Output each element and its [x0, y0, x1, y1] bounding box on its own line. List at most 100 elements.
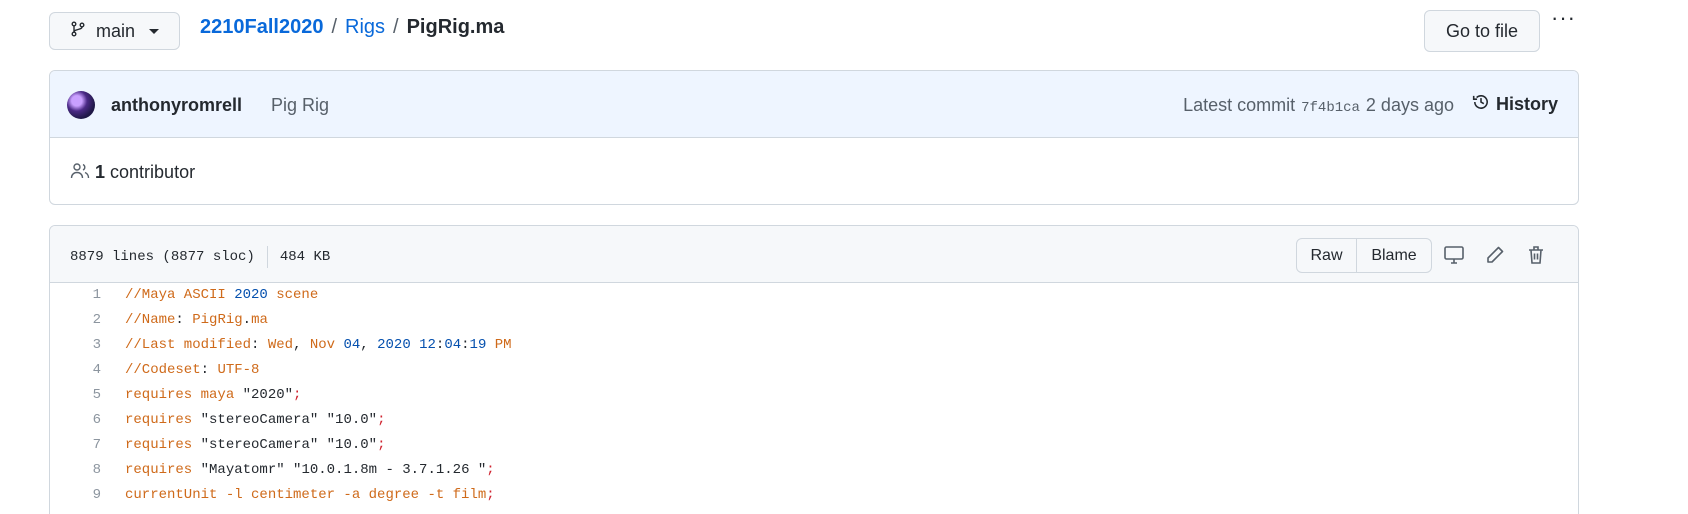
code-token: , [293, 337, 310, 353]
code-text: requires "stereoCamera" "10.0"; [125, 408, 385, 433]
code-line: 9 currentUnit -l centimeter -a degree -t … [50, 483, 1578, 508]
file-header: 8879 lines (8877 sloc) 484 KB Raw Blame [50, 226, 1578, 283]
line-number[interactable]: 6 [50, 408, 101, 433]
desktop-icon[interactable] [1442, 243, 1466, 267]
code-token: UTF-8 [217, 362, 260, 378]
code-token: scene [267, 287, 319, 303]
code-token: 2020 [234, 287, 268, 303]
code-token: requires [125, 462, 201, 478]
commit-message-link[interactable]: Pig Rig [271, 95, 329, 116]
file-info: 8879 lines (8877 sloc) 484 KB [70, 246, 330, 268]
code-token: : [175, 312, 193, 328]
code-token: PM [486, 337, 512, 353]
code-line: 7 requires "stereoCamera" "10.0"; [50, 433, 1578, 458]
code-text: //Last modified: Wed, Nov 04, 2020 12:04… [125, 333, 512, 358]
code-text: //Name: PigRig.ma [125, 308, 268, 333]
file-viewer: 8879 lines (8877 sloc) 484 KB Raw Blame … [49, 225, 1579, 514]
code-text: requires "Mayatomr" "10.0.1.8m - 3.7.1.2… [125, 458, 495, 483]
code-token: : [251, 337, 268, 353]
code-view: 1 //Maya ASCII 2020 scene 2 //Name: PigRig.… [50, 283, 1578, 508]
line-number[interactable]: 4 [50, 358, 101, 383]
contributors-count: 1 [95, 162, 106, 182]
breadcrumb-separator: / [331, 16, 337, 38]
file-line-count: 8879 lines (8877 sloc) [70, 249, 255, 265]
code-text: currentUnit -l centimeter -a degree -t f… [125, 483, 495, 508]
code-token: "Mayatomr" "10.0.1.8m - 3.7.1.26 " [200, 462, 487, 478]
line-number[interactable]: 1 [50, 283, 101, 308]
raw-button[interactable]: Raw [1297, 239, 1357, 272]
code-token: //Codeset [125, 362, 201, 378]
code-token: ; [377, 437, 386, 453]
avatar[interactable] [67, 91, 95, 119]
code-token: requires [125, 412, 201, 428]
latest-commit-label: Latest commit [1183, 95, 1296, 115]
code-text: //Maya ASCII 2020 scene [125, 283, 318, 308]
code-token: : [461, 337, 470, 353]
contributors-label: contributor [110, 162, 196, 182]
code-token: ; [377, 412, 386, 428]
history-label: History [1495, 94, 1558, 114]
commit-meta: Latest commit 7f4b1ca 2 days ago [1183, 95, 1454, 116]
file-size: 484 KB [279, 249, 331, 265]
commit-time: 2 days ago [1365, 95, 1454, 115]
code-token: . [242, 312, 252, 328]
code-line: 6 requires "stereoCamera" "10.0"; [50, 408, 1578, 433]
code-token: PigRig [192, 312, 243, 328]
code-line: 4 //Codeset: UTF-8 [50, 358, 1578, 383]
commit-author-link[interactable]: anthonyromrell [111, 95, 242, 116]
file-nav-bar: main 2210Fall2020 / Rigs / PigRig.ma Go … [49, 7, 1581, 52]
code-line: 8 requires "Mayatomr" "10.0.1.8m - 3.7.1.… [50, 458, 1578, 483]
code-token: : [200, 362, 218, 378]
code-token: "stereoCamera" "10.0" [200, 412, 378, 428]
code-token: 04 [444, 337, 462, 353]
blame-button[interactable]: Blame [1357, 239, 1431, 272]
line-number[interactable]: 8 [50, 458, 101, 483]
code-token: "2020" [242, 387, 294, 403]
code-token: requires [125, 437, 201, 453]
line-number[interactable]: 2 [50, 308, 101, 333]
git-branch-icon [70, 21, 86, 42]
line-number[interactable]: 9 [50, 483, 101, 508]
history-link[interactable]: History [1472, 93, 1558, 116]
code-token: //Name [125, 312, 176, 328]
caret-down-icon [149, 28, 160, 34]
code-token: Nov [309, 337, 344, 353]
commit-sha-link[interactable]: 7f4b1ca [1301, 100, 1360, 116]
breadcrumb: 2210Fall2020 / Rigs / PigRig.ma [200, 16, 504, 39]
more-options-button[interactable]: ··· [1551, 7, 1581, 36]
trash-icon[interactable] [1524, 243, 1548, 267]
code-line: 2 //Name: PigRig.ma [50, 308, 1578, 333]
line-number[interactable]: 3 [50, 333, 101, 358]
file-view-button-group: Raw Blame [1296, 238, 1432, 273]
contributors-row: 1 contributor [50, 138, 1578, 204]
go-to-file-button[interactable]: Go to file [1424, 10, 1540, 52]
pencil-icon[interactable] [1483, 243, 1507, 267]
code-token: ; [486, 462, 495, 478]
code-token: Wed [267, 337, 294, 353]
line-number[interactable]: 5 [50, 383, 101, 408]
code-token: 04 [343, 337, 361, 353]
code-line: 5 requires maya "2020"; [50, 383, 1578, 408]
code-token: , [360, 337, 378, 353]
line-number[interactable]: 7 [50, 433, 101, 458]
breadcrumb-separator: / [393, 16, 399, 38]
code-text: requires maya "2020"; [125, 383, 301, 408]
divider [266, 246, 268, 268]
breadcrumb-repo-link[interactable]: 2210Fall2020 [200, 16, 323, 39]
code-token: //Maya ASCII [125, 287, 235, 303]
latest-commit-box: anthonyromrell Pig Rig Latest commit 7f4… [49, 70, 1579, 205]
code-token: "stereoCamera" "10.0" [200, 437, 378, 453]
breadcrumb-folder-link[interactable]: Rigs [345, 16, 385, 39]
code-line: 1 //Maya ASCII 2020 scene [50, 283, 1578, 308]
code-token: 19 [469, 337, 487, 353]
branch-name: main [96, 20, 136, 41]
code-text: //Codeset: UTF-8 [125, 358, 259, 383]
contributors-link[interactable]: 1 contributor [95, 162, 195, 183]
breadcrumb-file-name: PigRig.ma [406, 16, 505, 38]
code-line: 3 //Last modified: Wed, Nov 04, 2020 12:0… [50, 333, 1578, 358]
code-token: requires maya [125, 387, 243, 403]
history-clock-icon [1472, 93, 1490, 116]
code-token: currentUnit -l centimeter -a degree -t f… [125, 487, 487, 503]
branch-select-button[interactable]: main [49, 12, 180, 50]
code-token: //Last modified [125, 337, 252, 353]
